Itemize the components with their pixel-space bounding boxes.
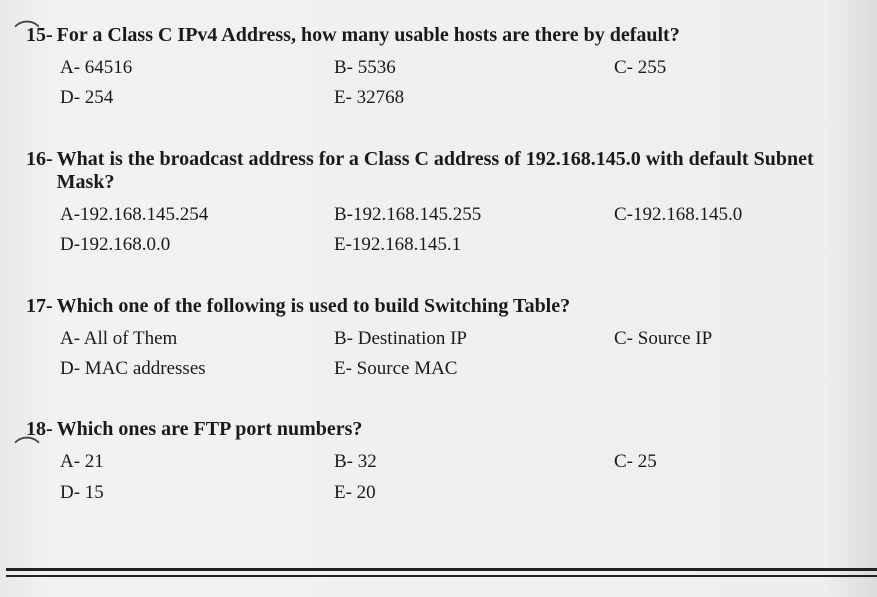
option-c: C- 255: [614, 53, 834, 83]
option-e: E- Source MAC: [334, 354, 614, 384]
option-empty: [614, 83, 834, 113]
page-bottom-rule: [6, 568, 877, 577]
option-row: D- 15 E- 20: [26, 478, 851, 508]
option-d: D-192.168.0.0: [60, 230, 334, 260]
option-row: D- MAC addresses E- Source MAC: [26, 354, 851, 384]
option-b: B-192.168.145.255: [334, 200, 614, 230]
question-number: 17-: [26, 295, 57, 318]
option-empty: [614, 230, 834, 260]
option-a: A- 21: [60, 447, 334, 477]
question-number: 16-: [26, 148, 57, 194]
question-text: What is the broadcast address for a Clas…: [57, 148, 851, 194]
scanned-page: ⌒ ⌒ 15- For a Class C IPv4 Address, how …: [0, 0, 877, 597]
question-text: Which one of the following is used to bu…: [57, 295, 851, 318]
option-a: A-192.168.145.254: [60, 200, 334, 230]
question-17: 17- Which one of the following is used t…: [26, 295, 851, 385]
option-row: A- 64516 B- 5536 C- 255: [26, 53, 851, 83]
option-row: D-192.168.0.0 E-192.168.145.1: [26, 230, 851, 260]
mark-tick: ⌒: [14, 14, 40, 51]
option-row: A-192.168.145.254 B-192.168.145.255 C-19…: [26, 200, 851, 230]
question-text: For a Class C IPv4 Address, how many usa…: [57, 24, 851, 47]
option-c: C-192.168.145.0: [614, 200, 834, 230]
option-d: D- 254: [60, 83, 334, 113]
option-b: B- Destination IP: [334, 324, 614, 354]
question-line: 15- For a Class C IPv4 Address, how many…: [26, 24, 851, 47]
question-line: 16- What is the broadcast address for a …: [26, 148, 851, 194]
option-row: D- 254 E- 32768: [26, 83, 851, 113]
option-a: A- All of Them: [60, 324, 334, 354]
question-15: 15- For a Class C IPv4 Address, how many…: [26, 24, 851, 114]
option-b: B- 32: [334, 447, 614, 477]
question-text: Which ones are FTP port numbers?: [57, 418, 851, 441]
question-line: 17- Which one of the following is used t…: [26, 295, 851, 318]
option-d: D- MAC addresses: [60, 354, 334, 384]
option-c: C- Source IP: [614, 324, 834, 354]
option-c: C- 25: [614, 447, 834, 477]
option-row: A- All of Them B- Destination IP C- Sour…: [26, 324, 851, 354]
mark-tick: ⌒: [14, 430, 40, 467]
option-e: E- 20: [334, 478, 614, 508]
question-line: 18- Which ones are FTP port numbers?: [26, 418, 851, 441]
option-e: E-192.168.145.1: [334, 230, 614, 260]
option-row: A- 21 B- 32 C- 25: [26, 447, 851, 477]
option-empty: [614, 354, 834, 384]
question-16: 16- What is the broadcast address for a …: [26, 148, 851, 261]
option-d: D- 15: [60, 478, 334, 508]
option-a: A- 64516: [60, 53, 334, 83]
option-e: E- 32768: [334, 83, 614, 113]
option-b: B- 5536: [334, 53, 614, 83]
option-empty: [614, 478, 834, 508]
question-18: 18- Which ones are FTP port numbers? A- …: [26, 418, 851, 508]
